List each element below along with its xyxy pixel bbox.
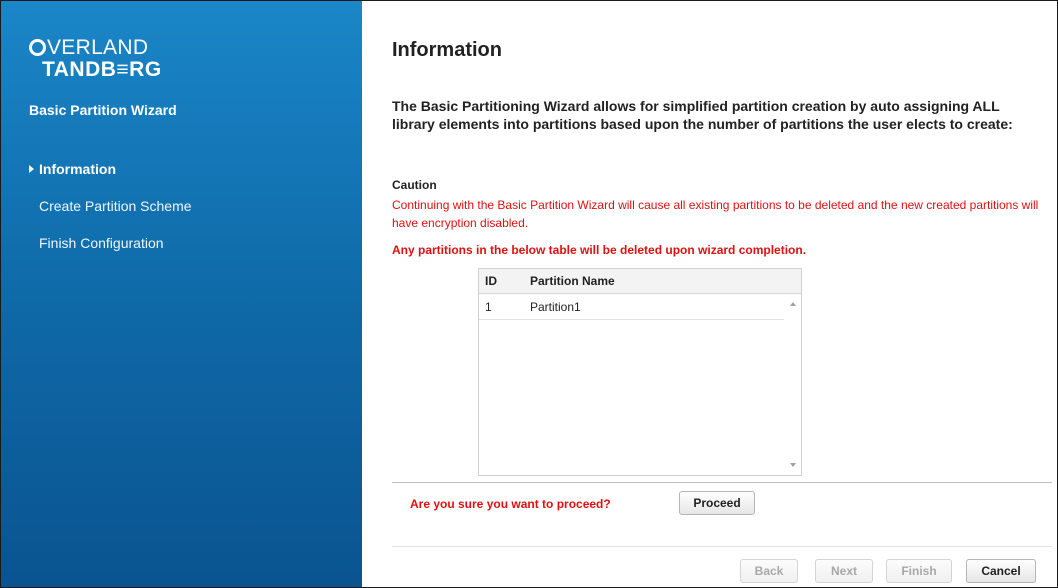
scroll-down-arrow-icon[interactable] [790, 463, 796, 467]
page-title: Information [392, 39, 502, 61]
proceed-question: Are you sure you want to proceed? [410, 497, 611, 511]
step-label: Finish Configuration [39, 234, 164, 251]
main-panel: Information The Basic Partitioning Wizar… [362, 1, 1057, 587]
table-header: ID Partition Name [479, 269, 801, 294]
column-header-id[interactable]: ID [479, 274, 530, 288]
back-button[interactable]: Back [740, 559, 798, 583]
divider [392, 482, 1052, 483]
table-scrollbar[interactable] [785, 294, 801, 475]
table-row[interactable]: 1 Partition1 [479, 294, 784, 320]
logo-line1: VERLAND [47, 36, 149, 59]
next-button[interactable]: Next [815, 559, 873, 583]
finish-button[interactable]: Finish [886, 559, 952, 583]
step-label: Information [39, 160, 116, 177]
step-finish-configuration[interactable]: Finish Configuration [29, 233, 192, 252]
footer-divider [392, 546, 1052, 547]
step-information[interactable]: Information [29, 159, 192, 178]
caution-label: Caution [392, 178, 437, 192]
step-label: Create Partition Scheme [39, 197, 192, 214]
wizard-steps-nav: Information Create Partition Scheme Fini… [29, 159, 192, 270]
intro-text: The Basic Partitioning Wizard allows for… [392, 98, 1013, 132]
current-step-arrow-icon [29, 164, 34, 173]
wizard-window: VERLAND TANDB≡RG Basic Partition Wizard … [0, 0, 1058, 588]
cell-id: 1 [485, 299, 492, 314]
caution-text: Continuing with the Basic Partition Wiza… [392, 198, 1039, 230]
wizard-title: Basic Partition Wizard [29, 102, 177, 118]
proceed-button[interactable]: Proceed [679, 491, 755, 515]
cell-partition-name: Partition1 [530, 299, 581, 314]
column-header-partition-name[interactable]: Partition Name [530, 274, 801, 288]
logo-line2: TANDB≡RG [42, 58, 162, 81]
sidebar: VERLAND TANDB≡RG Basic Partition Wizard … [1, 1, 362, 587]
cancel-button[interactable]: Cancel [966, 559, 1036, 583]
step-create-partition-scheme[interactable]: Create Partition Scheme [29, 196, 192, 215]
scroll-up-arrow-icon[interactable] [790, 302, 796, 306]
deletion-warning: Any partitions in the below table will b… [392, 243, 807, 257]
logo-o-ring-icon [29, 39, 46, 56]
partitions-table[interactable]: ID Partition Name 1 Partition1 [478, 268, 802, 476]
overland-tandberg-logo: VERLAND TANDB≡RG [29, 37, 162, 80]
